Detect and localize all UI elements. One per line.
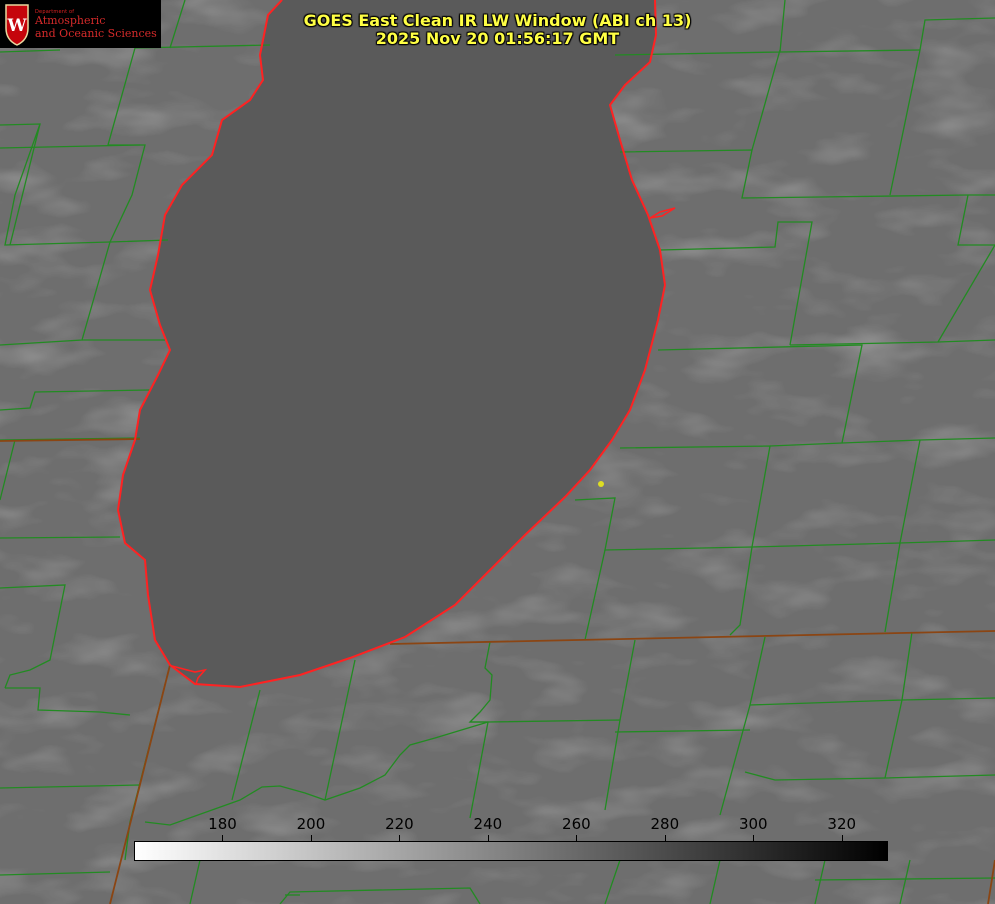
colorbar-tick-label: 300 xyxy=(738,815,768,833)
colorbar-tick-label: 260 xyxy=(562,815,591,833)
colorbar-tick-mark xyxy=(753,835,755,841)
colorbar-tick-mark xyxy=(487,835,489,841)
colorbar-tick-label: 180 xyxy=(208,815,237,833)
colorbar-tick-mark xyxy=(310,835,312,841)
colorbar-tick-mark xyxy=(222,835,224,841)
colorbar-tick-mark xyxy=(841,835,843,841)
colorbar xyxy=(134,841,888,861)
colorbar-tick-mark xyxy=(664,835,666,841)
colorbar-tick-label: 220 xyxy=(385,815,414,833)
map-title: GOES East Clean IR LW Window (ABI ch 13) xyxy=(303,11,692,30)
map-timestamp: 2025 Nov 20 01:56:17 GMT xyxy=(375,29,620,48)
colorbar-tick-label: 200 xyxy=(296,815,326,833)
colorbar-tick-mark xyxy=(576,835,578,841)
colorbar-tick-label: 240 xyxy=(473,815,503,833)
colorbar-tick-label: 280 xyxy=(650,815,680,833)
location-marker xyxy=(598,481,604,487)
colorbar-tick-label: 320 xyxy=(827,815,857,833)
satellite-map xyxy=(0,0,995,904)
colorbar-tick-mark xyxy=(399,835,401,841)
